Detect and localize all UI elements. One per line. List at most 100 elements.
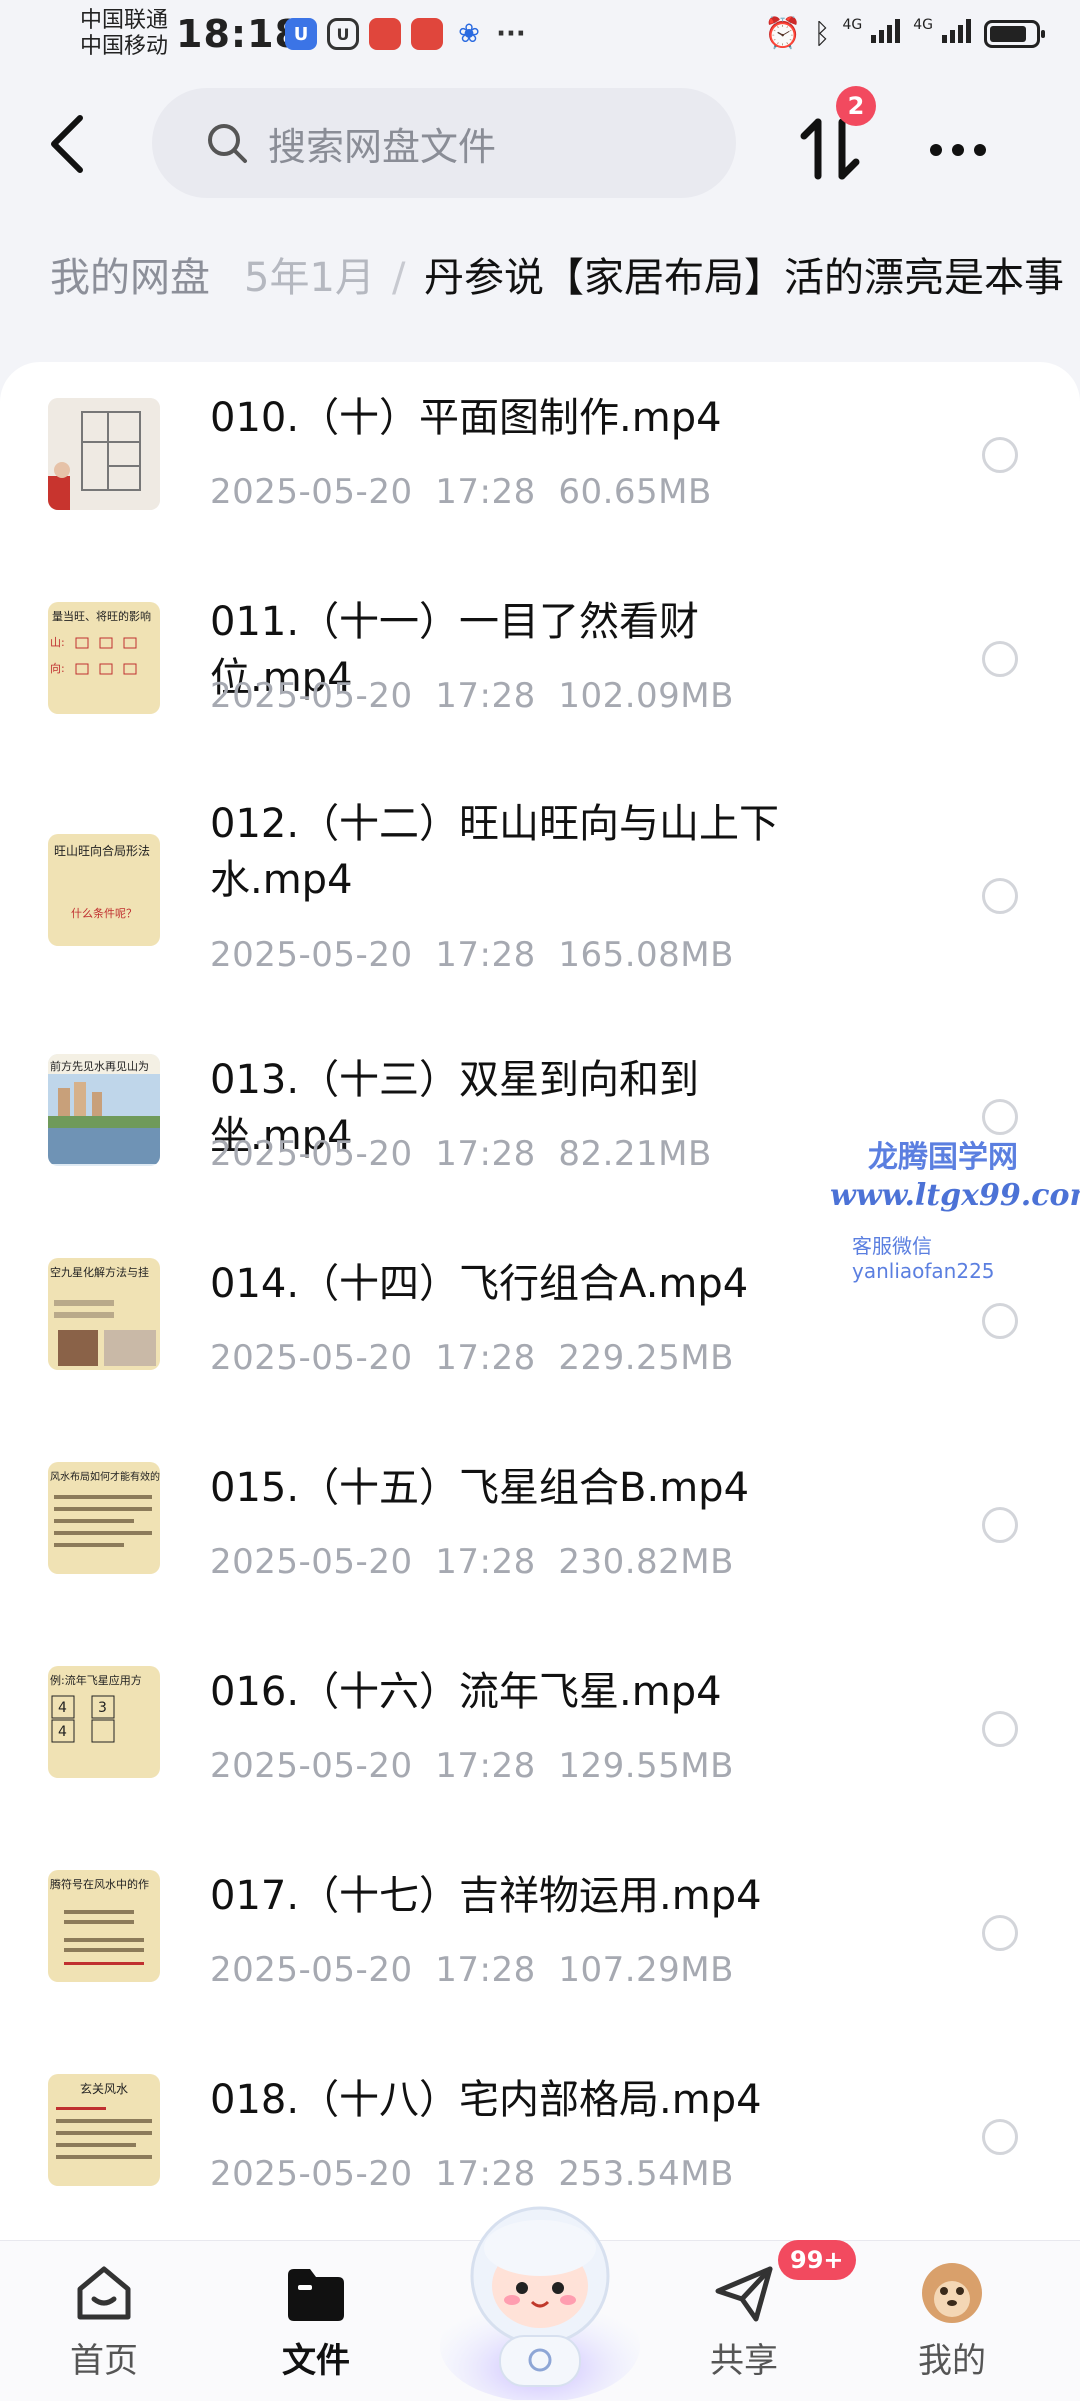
svg-text:4: 4: [58, 1700, 67, 1716]
nav-mine-label: 我的: [918, 2341, 986, 2381]
signal-1-icon: 4G: [842, 17, 901, 51]
home-icon: [77, 2266, 131, 2320]
lakeside-buildings-image: [48, 1074, 160, 1164]
select-radio[interactable]: [982, 437, 1018, 473]
nav-mine[interactable]: 我的: [872, 2241, 1032, 2401]
nav-share-label: 共享: [710, 2341, 778, 2381]
svg-text:4: 4: [58, 1724, 67, 1740]
watermark-contact: 客服微信 yanliaofan225: [852, 1234, 995, 1283]
file-date: 2025-05-20: [210, 1950, 413, 1990]
status-bar: 中国联通 中国移动 18:18 U U ❀ ··· ⏰ ᛒ 4G 4G: [0, 0, 1080, 72]
file-meta: 2025-05-20 17:28 165.08MB: [210, 935, 734, 975]
more-notifications-icon: ···: [496, 19, 526, 49]
file-name: 018.（十八）宅内部格局.mp4: [210, 2077, 762, 2123]
file-date: 2025-05-20: [210, 472, 413, 512]
file-thumbnail: 量当旺、将旺的影响 山: 向:: [48, 602, 160, 714]
file-thumbnail: 例:流年飞星应用方 4 3 4: [48, 1666, 160, 1778]
select-radio[interactable]: [982, 1099, 1018, 1135]
share-badge: 99+: [778, 2240, 856, 2280]
watermark-url: www.ltgx99.com: [830, 1178, 1080, 1213]
breadcrumb-middle[interactable]: 5年1月: [244, 238, 375, 318]
thumbnail-caption: 旺山旺向合局形法: [54, 844, 151, 858]
select-radio[interactable]: [982, 1711, 1018, 1747]
file-name: 016.（十六）流年飞星.mp4: [210, 1669, 722, 1715]
status-right: ⏰ ᛒ 4G 4G: [764, 16, 1045, 51]
file-list: 010.（十）平面图制作.mp4 2025-05-20 17:28 60.65M…: [0, 362, 1080, 2242]
file-size: 165.08MB: [558, 935, 734, 975]
file-time: 17:28: [435, 1542, 536, 1582]
network-type-1: 4G: [842, 16, 863, 33]
select-radio[interactable]: [982, 1915, 1018, 1951]
thumbnail-caption: 玄关风水: [79, 2082, 128, 2096]
signal-bars-1: [871, 18, 901, 43]
search-input[interactable]: 搜索网盘文件: [152, 88, 736, 198]
app-u-icon: U: [285, 18, 317, 50]
thumbnail-caption: 量当旺、将旺的影响: [52, 610, 151, 623]
file-date: 2025-05-20: [210, 2154, 413, 2194]
floorplan-thumbnail-image: [48, 398, 160, 510]
transfer-badge: 2: [836, 86, 876, 126]
carrier-labels: 中国联通 中国移动: [80, 8, 168, 60]
carrier-1: 中国联通: [80, 8, 169, 33]
clock: 18:18: [176, 12, 302, 56]
mascot-assistant-button[interactable]: [428, 2176, 652, 2400]
file-name: 017.（十七）吉祥物运用.mp4: [210, 1873, 762, 1919]
file-size: 82.21MB: [558, 1134, 712, 1174]
breadcrumb-current: 丹参说【家居布局】活的漂亮是本事: [424, 255, 1064, 301]
file-time: 17:28: [435, 472, 536, 512]
file-meta: 2025-05-20 17:28 230.82MB: [210, 1542, 734, 1582]
file-thumbnail: 玄关风水: [48, 2074, 160, 2186]
file-time: 17:28: [435, 1746, 536, 1786]
select-radio[interactable]: [982, 1303, 1018, 1339]
paper-plane-icon: [715, 2266, 773, 2322]
huawei-icon: [369, 18, 401, 50]
thumbnail-caption: 前方先见水再见山为: [48, 1054, 160, 1074]
notification-icons: U U ❀ ···: [285, 18, 527, 50]
file-meta: 2025-05-20 17:28 102.09MB: [210, 676, 734, 716]
nav-files[interactable]: 文件: [236, 2241, 396, 2401]
file-meta: 2025-05-20 17:28 129.55MB: [210, 1746, 734, 1786]
file-time: 17:28: [435, 1950, 536, 1990]
file-date: 2025-05-20: [210, 676, 413, 716]
more-options-icon[interactable]: [930, 144, 986, 156]
select-radio[interactable]: [982, 641, 1018, 677]
file-meta: 2025-05-20 17:28 229.25MB: [210, 1338, 734, 1378]
text-slide-image: [54, 1495, 152, 1547]
breadcrumb: 我的网盘 5年1月 / 丹参说【家居布局】活的漂亮是本事: [0, 238, 1080, 318]
thumbnail-caption: 腾符号在风水中的作: [50, 1878, 149, 1891]
thumbnail-subtext: 什么条件呢？: [71, 907, 137, 920]
thumbnail-caption: 例:流年飞星应用方: [50, 1674, 142, 1687]
svg-text:向:: 向:: [50, 661, 65, 675]
bluetooth-icon: ᛒ: [813, 17, 831, 50]
text-slide-image: [56, 2107, 152, 2159]
select-radio[interactable]: [982, 2119, 1018, 2155]
nav-files-label: 文件: [282, 2341, 350, 2381]
svg-text:3: 3: [98, 1700, 107, 1716]
file-name: 014.（十四）飞行组合A.mp4: [210, 1261, 749, 1307]
back-arrow-icon[interactable]: [44, 114, 94, 174]
file-size: 230.82MB: [558, 1542, 734, 1582]
file-thumbnail: 空九星化解方法与挂: [48, 1258, 160, 1370]
watermark-title: 龙腾国学网: [868, 1140, 1018, 1175]
file-time: 17:28: [435, 935, 536, 975]
select-radio[interactable]: [982, 878, 1018, 914]
avatar: [922, 2263, 982, 2323]
folder-icon: [288, 2269, 344, 2321]
signal-2-icon: 4G: [913, 17, 972, 51]
huawei-icon-2: [411, 18, 443, 50]
file-thumbnail: 腾符号在风水中的作: [48, 1870, 160, 1982]
breadcrumb-separator: /: [392, 255, 406, 301]
top-bar: 搜索网盘文件 2: [0, 80, 1080, 210]
nav-home[interactable]: 首页: [24, 2241, 184, 2401]
select-radio[interactable]: [982, 1507, 1018, 1543]
carrier-2: 中国移动: [80, 34, 169, 59]
network-type-2: 4G: [913, 16, 933, 33]
file-size: 107.29MB: [558, 1950, 734, 1990]
file-meta: 2025-05-20 17:28 82.21MB: [210, 1134, 712, 1174]
file-size: 102.09MB: [558, 676, 734, 716]
file-size: 229.25MB: [558, 1338, 734, 1378]
breadcrumb-root[interactable]: 我的网盘: [26, 238, 234, 318]
file-thumbnail: 风水布局如何才能有效的: [48, 1462, 160, 1574]
search-placeholder: 搜索网盘文件: [268, 124, 497, 169]
flying-star-grid-image: 4 3 4: [51, 1695, 115, 1743]
